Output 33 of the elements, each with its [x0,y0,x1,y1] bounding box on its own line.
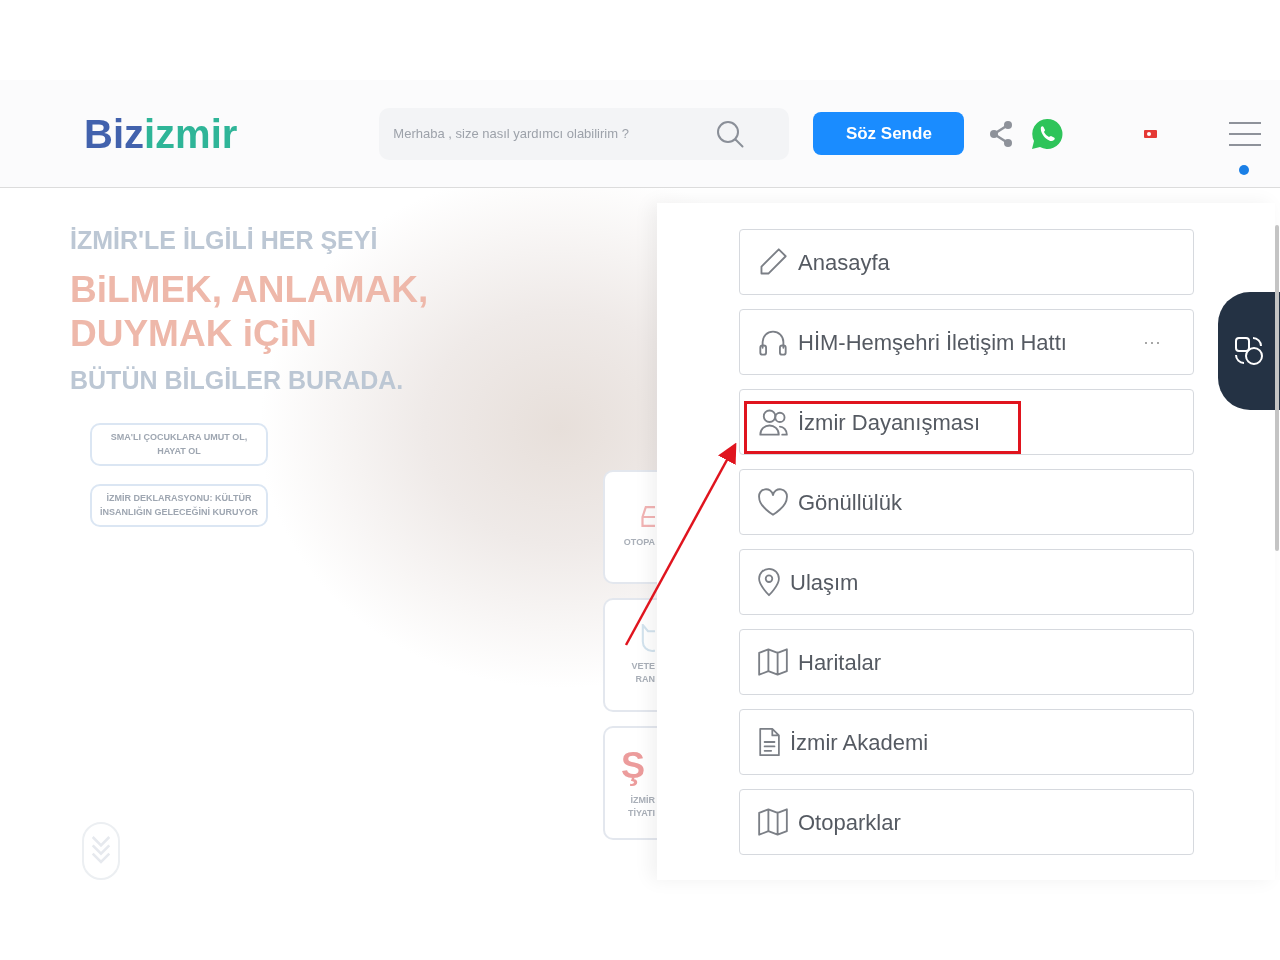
letter-icon: Ş [621,746,645,786]
chat-icon[interactable] [1030,116,1065,151]
indicator-dot [1239,165,1249,175]
hero-headline: BiLMEK, ANLAMAK, DUYMAK iÇiN [70,267,429,356]
menu-icon[interactable] [1228,120,1262,147]
pencil-icon [758,247,788,277]
menu-item[interactable]: Ulaşım [739,549,1194,615]
card-label: VETE RAN [631,660,655,686]
menu-item[interactable]: Haritalar [739,629,1194,695]
map-icon [758,647,788,677]
users-icon [758,407,788,437]
hero-eyebrow: İZMİR'LE İLGİLİ HER ŞEYİ [70,225,378,256]
translate-icon [1235,337,1263,365]
flag-icon[interactable] [1144,129,1158,138]
chevrons-down-icon [91,836,111,864]
search-field[interactable]: Merhaba , size nasıl yardımcı olabilirim ? [379,107,790,160]
menu-item[interactable]: Otoparklar [739,789,1194,855]
menu-item[interactable]: Gönüllülük [739,469,1194,535]
menu-item[interactable]: HİM-Hemşehri İletişim Hattı ··· [739,309,1194,375]
hero-subtitle: BÜTÜN BİLGİLER BURADA. [70,364,404,396]
document-icon [758,727,780,757]
card-label: OTOPA [623,535,655,549]
menu-item[interactable]: Anasayfa [739,229,1194,295]
search-icon[interactable] [715,118,746,149]
scrollbar[interactable] [1275,225,1279,551]
card-label: İZMİR TİYATI [628,794,655,820]
logo[interactable]: Bizizmir [84,103,238,164]
heart-icon [758,487,788,517]
map-icon [758,807,788,837]
menu-item[interactable]: İzmir Akademi [739,709,1194,775]
map-pin-icon [758,567,780,597]
menu-item[interactable]: İzmir Dayanışması [739,389,1194,455]
share-icon[interactable] [988,119,1015,148]
